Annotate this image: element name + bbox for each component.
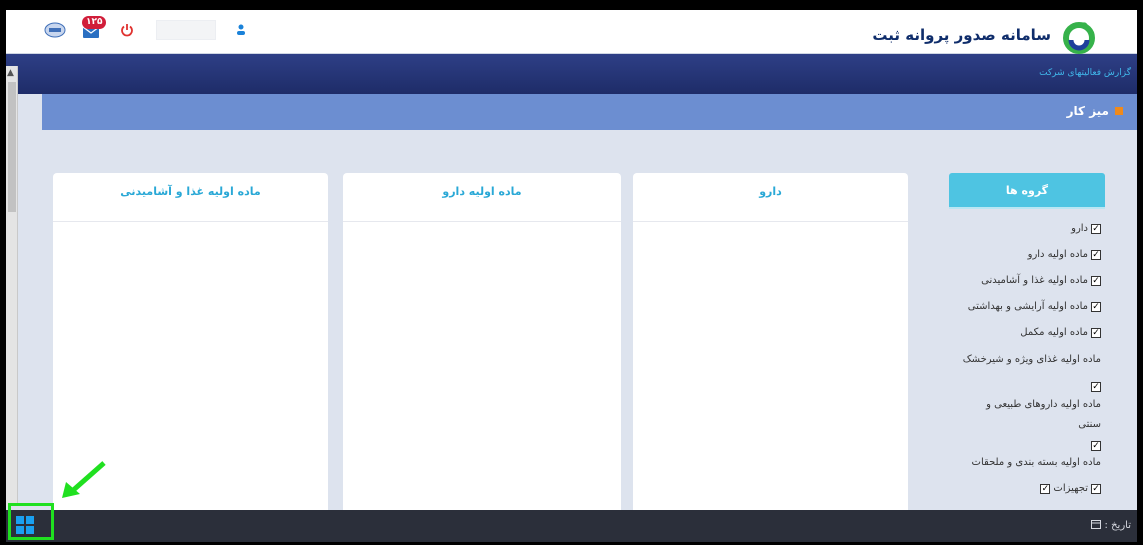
checkbox[interactable]: ✓: [1091, 223, 1101, 234]
date-label: تاریخ :: [1104, 520, 1131, 531]
panel-title: ماده اولیه غذا و آشامیدنی: [53, 173, 328, 222]
site-title: سامانه صدور پروانه ثبت: [872, 26, 1051, 44]
checkbox[interactable]: ✓: [1091, 249, 1101, 260]
group-label: ماده اولیه داروهای طبیعی و سنتی: [986, 399, 1101, 430]
groups-title: گروه ها: [949, 173, 1105, 207]
panel-title: دارو: [633, 173, 908, 222]
group-label: ماده اولیه آرایشی و بهداشتی: [967, 301, 1088, 312]
checkbox[interactable]: ✓: [1091, 275, 1101, 286]
group-item[interactable]: ماده اولیه غذای ویژه و شیرخشک: [963, 354, 1101, 365]
brand[interactable]: سامانه صدور پروانه ثبت: [872, 18, 1097, 54]
checkbox[interactable]: ✓: [1091, 301, 1101, 312]
checkbox[interactable]: ✓: [1040, 483, 1051, 494]
panel-drug: دارو: [633, 173, 908, 513]
username-display: [156, 20, 216, 40]
start-button-highlight: [8, 503, 54, 540]
checkbox[interactable]: ✓: [1091, 327, 1101, 338]
group-item-checkbox-row[interactable]: ✓: [1091, 441, 1101, 451]
header-toolbar: ۱۲۵: [44, 16, 252, 41]
calendar-icon: [1090, 519, 1101, 532]
power-icon[interactable]: [116, 19, 138, 41]
panel-title: ماده اولیه دارو: [343, 173, 621, 222]
checkbox[interactable]: ✓: [1091, 441, 1101, 451]
group-label: ماده اولیه غذا و آشامیدنی: [981, 275, 1088, 286]
nav-band: گزارش فعالیتهای شرکت: [6, 54, 1137, 94]
group-label: تجهیزات: [1053, 483, 1088, 494]
group-item[interactable]: ✓ تجهیزات ✓: [1040, 483, 1101, 494]
group-item[interactable]: ماده اولیه بسته بندی و ملحقات: [972, 457, 1101, 468]
workspace-header: میز کار: [42, 94, 1137, 130]
group-item[interactable]: ✓ ماده اولیه آرایشی و بهداشتی: [968, 301, 1101, 312]
company-report-link[interactable]: گزارش فعالیتهای شرکت: [1039, 68, 1131, 78]
app-window: ۱۲۵ سامانه صدور پروانه ثبت گزارش فعالیته…: [6, 10, 1137, 542]
scroll-up-icon[interactable]: ▲: [7, 68, 14, 78]
organization-seal-icon[interactable]: [44, 19, 66, 41]
group-label: ماده اولیه بسته بندی و ملحقات: [971, 457, 1101, 468]
checkbox[interactable]: ✓: [1091, 382, 1101, 392]
group-item[interactable]: ✓ دارو: [1071, 223, 1101, 234]
group-item[interactable]: ✓ ماده اولیه غذا و آشامیدنی: [981, 275, 1101, 286]
user-icon[interactable]: [230, 19, 252, 41]
group-label: ماده اولیه مکمل: [1020, 327, 1088, 338]
group-item[interactable]: ✓ ماده اولیه مکمل: [1020, 327, 1101, 338]
top-header: ۱۲۵ سامانه صدور پروانه ثبت: [6, 10, 1137, 54]
workspace-title: میز کار: [1066, 104, 1109, 118]
group-item-checkbox-row[interactable]: ✓: [1091, 382, 1101, 392]
desk-square-icon: [1115, 107, 1123, 115]
group-item[interactable]: ماده اولیه داروهای طبیعی و سنتی: [961, 395, 1101, 435]
group-item[interactable]: ✓ ماده اولیه دارو: [1028, 249, 1101, 260]
logo-icon: [1061, 18, 1097, 54]
checkbox[interactable]: ✓: [1091, 483, 1101, 494]
date-display: تاریخ :: [1090, 519, 1131, 532]
annotation-arrow-icon: [62, 461, 106, 498]
group-label: دارو: [1071, 223, 1088, 234]
groups-list: ✓ دارو ✓ ماده اولیه دارو ✓ ماده اولیه غذ…: [949, 207, 1105, 513]
panel-drug-raw-material: ماده اولیه دارو: [343, 173, 621, 513]
notification-badge: ۱۲۵: [82, 16, 107, 29]
taskbar: تاریخ :: [6, 510, 1137, 542]
notifications-button[interactable]: ۱۲۵: [80, 16, 107, 41]
group-label: ماده اولیه دارو: [1027, 249, 1088, 260]
groups-panel: گروه ها ✓ دارو ✓ ماده اولیه دارو ✓ ماده …: [949, 173, 1105, 513]
group-label: ماده اولیه غذای ویژه و شیرخشک: [962, 354, 1101, 365]
scroll-thumb[interactable]: [8, 82, 16, 212]
vertical-scrollbar[interactable]: ▲: [6, 66, 18, 506]
